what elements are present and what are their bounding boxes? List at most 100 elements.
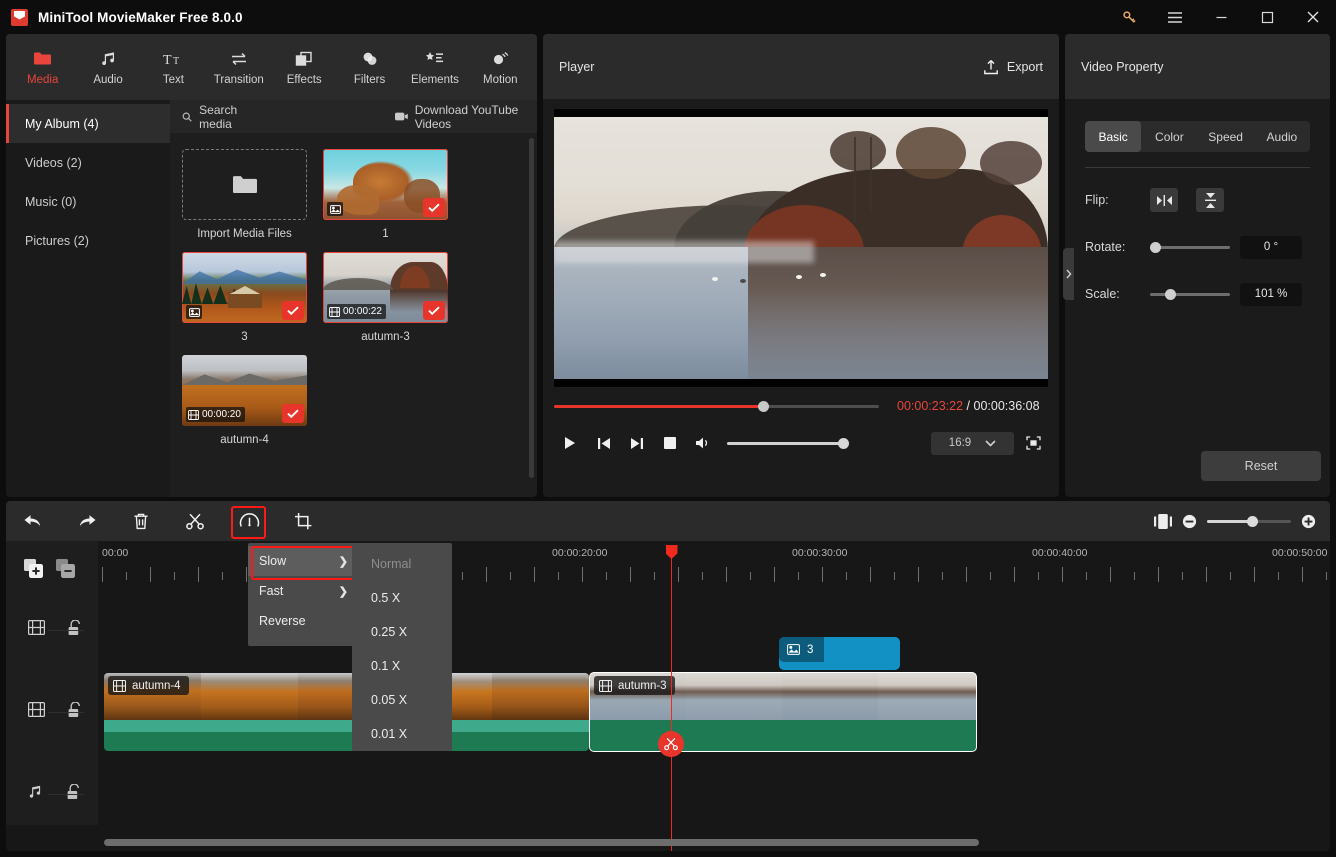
download-youtube-button[interactable]: Download YouTube Videos: [394, 103, 537, 131]
close-button[interactable]: [1290, 0, 1336, 34]
split-button[interactable]: [168, 501, 222, 541]
next-frame-icon[interactable]: [620, 428, 653, 458]
submenu-item-normal[interactable]: Normal: [352, 547, 452, 581]
media-thumbnail[interactable]: 00:00:22: [323, 252, 448, 323]
media-thumbnail[interactable]: 00:00:20: [182, 355, 307, 426]
reset-button[interactable]: Reset: [1201, 451, 1321, 481]
redo-button[interactable]: [60, 501, 114, 541]
aspect-ratio-select[interactable]: 16:9: [931, 431, 1014, 455]
split-marker-button[interactable]: [658, 731, 684, 757]
media-thumbnail[interactable]: [182, 252, 307, 323]
submenu-item-0-25x[interactable]: 0.25 X: [352, 615, 452, 649]
tab-color[interactable]: Color: [1141, 121, 1197, 152]
volume-handle[interactable]: [838, 437, 849, 449]
seek-slider[interactable]: [554, 400, 879, 412]
menu-item-reverse[interactable]: Reverse: [248, 606, 359, 636]
tab-media[interactable]: Media: [10, 34, 75, 100]
add-track-icon[interactable]: [24, 559, 43, 583]
media-scrollbar[interactable]: [529, 138, 534, 478]
video-preview[interactable]: [554, 109, 1048, 387]
menu-item-slow[interactable]: Slow ❯: [248, 546, 400, 580]
element-clip[interactable]: 3: [779, 637, 900, 670]
remove-track-icon[interactable]: [56, 559, 75, 583]
album-item-my-album[interactable]: My Album (4): [6, 104, 170, 143]
tab-text[interactable]: TT Text: [141, 34, 206, 100]
ruler-tick-minor: [1038, 572, 1039, 580]
submenu-item-0-1x[interactable]: 0.1 X: [352, 649, 452, 683]
selected-check-badge[interactable]: [282, 301, 304, 320]
tab-filters[interactable]: Filters: [337, 34, 402, 100]
timeline-clip[interactable]: autumn-4: [104, 673, 589, 751]
tab-audio[interactable]: Audio: [75, 34, 140, 100]
play-icon[interactable]: [554, 428, 587, 458]
track-lane[interactable]: autumn-4 autumn-3 3: [98, 637, 1330, 763]
selected-check-badge[interactable]: [282, 404, 304, 423]
rotate-value[interactable]: 0 °: [1240, 235, 1302, 259]
media-item-label: 3: [241, 331, 248, 343]
rotate-handle[interactable]: [1150, 241, 1161, 253]
media-item-label: autumn-3: [361, 331, 410, 343]
timeline-clip[interactable]: autumn-3: [589, 672, 977, 752]
zoom-handle[interactable]: [1247, 515, 1258, 527]
submenu-item-0-01x[interactable]: 0.01 X: [352, 717, 452, 751]
import-media-dropzone[interactable]: [182, 149, 307, 220]
timeline-horizontal-scrollbar[interactable]: [104, 839, 979, 846]
track-header: [6, 661, 98, 763]
media-item-autumn-4[interactable]: 00:00:20 autumn-4: [182, 355, 307, 446]
volume-slider[interactable]: [727, 437, 849, 449]
zoom-in-icon[interactable]: [1301, 514, 1316, 529]
submenu-item-0-05x[interactable]: 0.05 X: [352, 683, 452, 717]
submenu-item-0-5x[interactable]: 0.5 X: [352, 581, 452, 615]
seek-handle[interactable]: [758, 400, 769, 412]
zoom-out-icon[interactable]: [1182, 514, 1197, 529]
motion-icon: [491, 49, 509, 69]
speed-button[interactable]: [222, 501, 276, 541]
tab-motion[interactable]: Motion: [468, 34, 533, 100]
scale-value[interactable]: 101 %: [1240, 282, 1302, 306]
album-item-videos[interactable]: Videos (2): [6, 143, 170, 182]
zoom-slider[interactable]: [1207, 515, 1291, 527]
scale-label: Scale:: [1085, 287, 1120, 301]
tab-audio[interactable]: Audio: [1254, 121, 1310, 152]
export-button[interactable]: Export: [983, 59, 1043, 75]
key-icon[interactable]: [1106, 0, 1152, 34]
media-thumbnail[interactable]: [323, 149, 448, 220]
panel-collapse-handle[interactable]: [1063, 248, 1074, 300]
tab-effects[interactable]: Effects: [272, 34, 337, 100]
scale-slider[interactable]: [1150, 288, 1230, 300]
scale-handle[interactable]: [1165, 288, 1176, 300]
selected-check-badge[interactable]: [423, 198, 445, 217]
video-clip-icon: [599, 679, 612, 692]
minimize-button[interactable]: [1198, 0, 1244, 34]
tab-speed[interactable]: Speed: [1198, 121, 1254, 152]
media-item-1[interactable]: 1: [323, 149, 448, 240]
flip-vertical-icon[interactable]: [1196, 188, 1224, 212]
album-item-pictures[interactable]: Pictures (2): [6, 221, 170, 260]
selected-check-badge[interactable]: [423, 301, 445, 320]
previous-frame-icon[interactable]: [587, 428, 620, 458]
menu-item-fast[interactable]: Fast ❯: [248, 576, 359, 606]
tab-basic[interactable]: Basic: [1085, 121, 1142, 152]
album-item-music[interactable]: Music (0): [6, 182, 170, 221]
fit-timeline-icon[interactable]: [1154, 513, 1172, 529]
tab-transition[interactable]: Transition: [206, 34, 271, 100]
flip-horizontal-icon[interactable]: [1150, 188, 1178, 212]
ruler-tick-minor: [126, 572, 127, 580]
search-input[interactable]: Search media: [182, 103, 262, 131]
tab-elements[interactable]: Elements: [402, 34, 467, 100]
import-media-cell[interactable]: Import Media Files: [182, 149, 307, 240]
media-item-autumn-3[interactable]: 00:00:22 autumn-3: [323, 252, 448, 343]
delete-button[interactable]: [114, 501, 168, 541]
crop-button[interactable]: [276, 501, 330, 541]
track-lane[interactable]: [98, 763, 1330, 825]
playhead[interactable]: [665, 545, 678, 851]
media-item-3[interactable]: 3: [182, 252, 307, 343]
fullscreen-icon[interactable]: [1018, 430, 1048, 456]
stop-icon[interactable]: [653, 428, 686, 458]
hamburger-icon[interactable]: [1152, 0, 1198, 34]
ruler-label: 00:00:20:00: [552, 547, 608, 559]
maximize-button[interactable]: [1244, 0, 1290, 34]
volume-icon[interactable]: [686, 428, 719, 458]
undo-button[interactable]: [6, 501, 60, 541]
rotate-slider[interactable]: [1150, 241, 1230, 253]
